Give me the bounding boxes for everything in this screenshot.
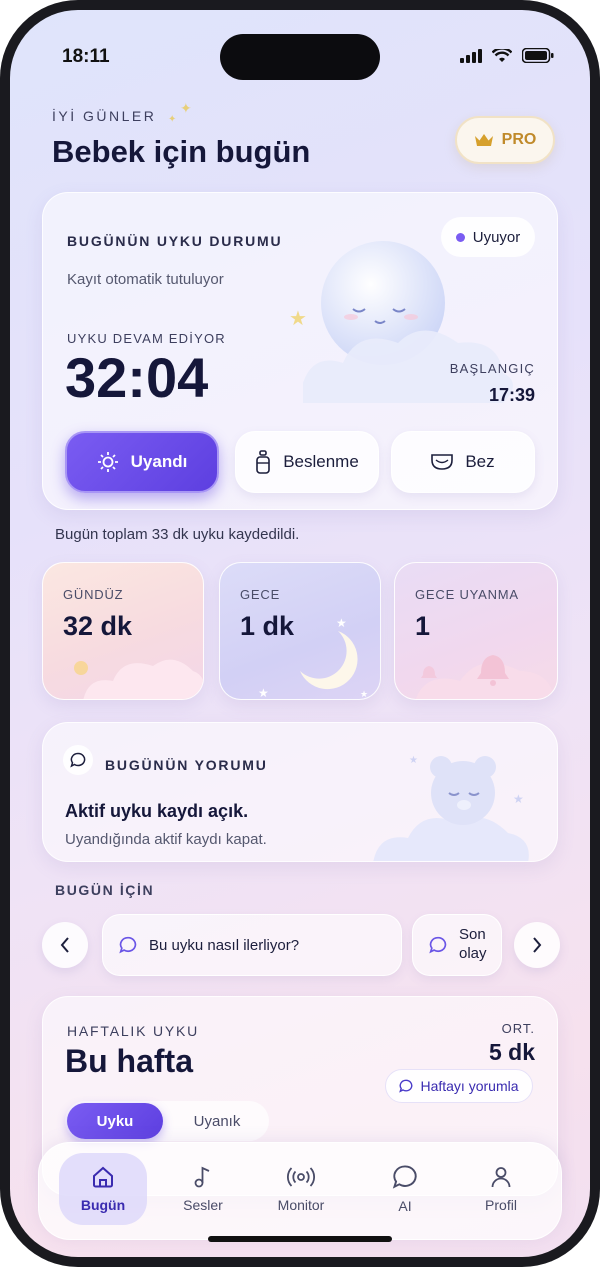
- suggestion-chip-label: Bu uyku nasıl ilerliyor?: [149, 936, 300, 954]
- prev-button[interactable]: [42, 922, 88, 968]
- nav-sounds[interactable]: Sesler: [159, 1153, 247, 1225]
- chat-bubble-icon: [399, 1079, 413, 1093]
- nav-label: Profil: [485, 1197, 517, 1213]
- chat-bubble-icon: [63, 745, 93, 775]
- nav-label: Bugün: [80, 1197, 126, 1213]
- wifi-icon: [492, 48, 512, 62]
- status-badge: Uyuyor: [441, 217, 535, 257]
- start-time: 17:39: [488, 385, 535, 405]
- greeting: İYİ GÜNLER: [52, 108, 157, 124]
- signal-icon: [460, 48, 482, 63]
- bottom-nav: Bugün Sesler Monitor AI Profil: [38, 1142, 562, 1240]
- sleep-status-card: ★ BUGÜNÜN UYKU DURUMU Kayıt otomatik tut…: [42, 192, 558, 510]
- svg-text:★: ★: [289, 308, 307, 330]
- toggle-awake[interactable]: Uyanık: [169, 1103, 265, 1139]
- stat-value: 1: [415, 611, 431, 641]
- stat-label: GÜNDÜZ: [63, 587, 124, 602]
- status-time: 18:11: [62, 46, 110, 67]
- stat-card-night: ★ ★ ★ GECE 1 dk: [219, 562, 381, 700]
- weekly-comment-button[interactable]: Haftayı yorumla: [385, 1069, 533, 1103]
- diaper-icon: [431, 454, 454, 470]
- weekly-toggle: Uyku Uyanık: [65, 1101, 269, 1141]
- chat-bubble-icon: [429, 936, 447, 954]
- stat-label: GECE UYANMA: [415, 587, 519, 602]
- diaper-button-label: Bez: [465, 452, 495, 471]
- nav-label: AI: [398, 1198, 412, 1214]
- broadcast-icon: [287, 1167, 315, 1187]
- weekly-heading: HAFTALIK UYKU: [67, 1023, 200, 1039]
- elapsed-timer: 32:04: [65, 346, 209, 409]
- chevron-left-icon: [60, 937, 69, 953]
- nav-profile[interactable]: Profil: [457, 1153, 545, 1225]
- stat-card-night-wake: GECE UYANMA 1: [394, 562, 558, 700]
- bottle-icon: [256, 450, 270, 474]
- weekly-title: Bu hafta: [65, 1043, 193, 1079]
- svg-text:★: ★: [336, 616, 347, 630]
- pro-button[interactable]: PRO: [455, 116, 555, 164]
- feeding-button[interactable]: Beslenme: [235, 431, 379, 493]
- svg-text:★: ★: [360, 689, 368, 699]
- nav-label: Sesler: [183, 1197, 223, 1213]
- status-badge-label: Uyuyor: [472, 228, 521, 246]
- nav-today[interactable]: Bugün: [59, 1153, 147, 1225]
- stat-value: 1 dk: [240, 611, 295, 641]
- battery-icon: [522, 48, 554, 63]
- today-section-heading: BUGÜN İÇİN: [55, 882, 155, 898]
- suggestion-chip-progress[interactable]: Bu uyku nasıl ilerliyor?: [102, 914, 402, 976]
- comment-text: Uyandığında aktif kaydı kapat.: [65, 831, 267, 848]
- next-button[interactable]: [514, 922, 560, 968]
- dynamic-island: [220, 34, 380, 80]
- sleeping-bear-illustration: ★★: [373, 755, 529, 861]
- avg-label: ORT.: [501, 1021, 535, 1036]
- chevron-right-icon: [533, 937, 542, 953]
- svg-text:★: ★: [513, 792, 524, 806]
- avg-value: 5 dk: [488, 1039, 535, 1065]
- chat-bubble-icon: [119, 936, 137, 954]
- person-icon: [491, 1167, 511, 1188]
- sleep-card-heading: BUGÜNÜN UYKU DURUMU: [67, 233, 283, 249]
- phone-frame: 18:11 İYİ GÜNLER ✦ ✦ Bebek için bugün PR…: [0, 0, 600, 1267]
- svg-text:★: ★: [258, 686, 269, 700]
- home-indicator: [208, 1236, 392, 1242]
- sun-icon: [97, 452, 118, 472]
- stat-label: GECE: [240, 587, 281, 602]
- woke-button-label: Uyandı: [130, 452, 188, 471]
- diaper-button[interactable]: Bez: [391, 431, 535, 493]
- suggestion-chip-label: Son olay: [459, 926, 487, 962]
- svg-text:★: ★: [409, 755, 418, 766]
- crown-icon: [474, 134, 493, 146]
- suggestion-chip-last-event[interactable]: Son olay: [412, 914, 502, 976]
- toggle-sleep[interactable]: Uyku: [67, 1103, 163, 1139]
- nav-monitor[interactable]: Monitor: [257, 1153, 345, 1225]
- chat-bubble-icon: [392, 1165, 417, 1189]
- feeding-button-label: Beslenme: [283, 452, 359, 471]
- daily-summary: Bugün toplam 33 dk uyku kaydedildi.: [55, 526, 300, 543]
- stat-card-day: GÜNDÜZ 32 dk: [42, 562, 204, 700]
- status-dot-icon: [455, 232, 465, 242]
- sparkle-icon: ✦: [168, 114, 177, 125]
- home-icon: [93, 1166, 113, 1188]
- nav-ai[interactable]: AI: [361, 1153, 449, 1225]
- screen: 18:11 İYİ GÜNLER ✦ ✦ Bebek için bugün PR…: [10, 10, 590, 1257]
- sparkle-icon: ✦: [180, 100, 192, 116]
- sleep-card-subtitle: Kayıt otomatik tutuluyor: [67, 271, 224, 288]
- woke-button[interactable]: Uyandı: [65, 431, 219, 493]
- start-label: BAŞLANGIÇ: [449, 361, 535, 376]
- music-note-icon: [194, 1166, 210, 1188]
- comment-title: Aktif uyku kaydı açık.: [65, 801, 249, 821]
- status-icons: [460, 48, 554, 63]
- stat-value: 32 dk: [63, 611, 133, 641]
- elapsed-label: UYKU DEVAM EDİYOR: [67, 331, 226, 346]
- comment-heading: BUGÜNÜN YORUMU: [105, 757, 268, 773]
- nav-label: Monitor: [277, 1197, 325, 1213]
- weekly-comment-label: Haftayı yorumla: [420, 1078, 519, 1094]
- pro-label: PRO: [501, 131, 537, 148]
- page-title: Bebek için bugün: [52, 134, 311, 169]
- daily-comment-card: ★ ★ BUGÜNÜN YORUMU Aktif uyku kaydı açık.…: [42, 722, 558, 862]
